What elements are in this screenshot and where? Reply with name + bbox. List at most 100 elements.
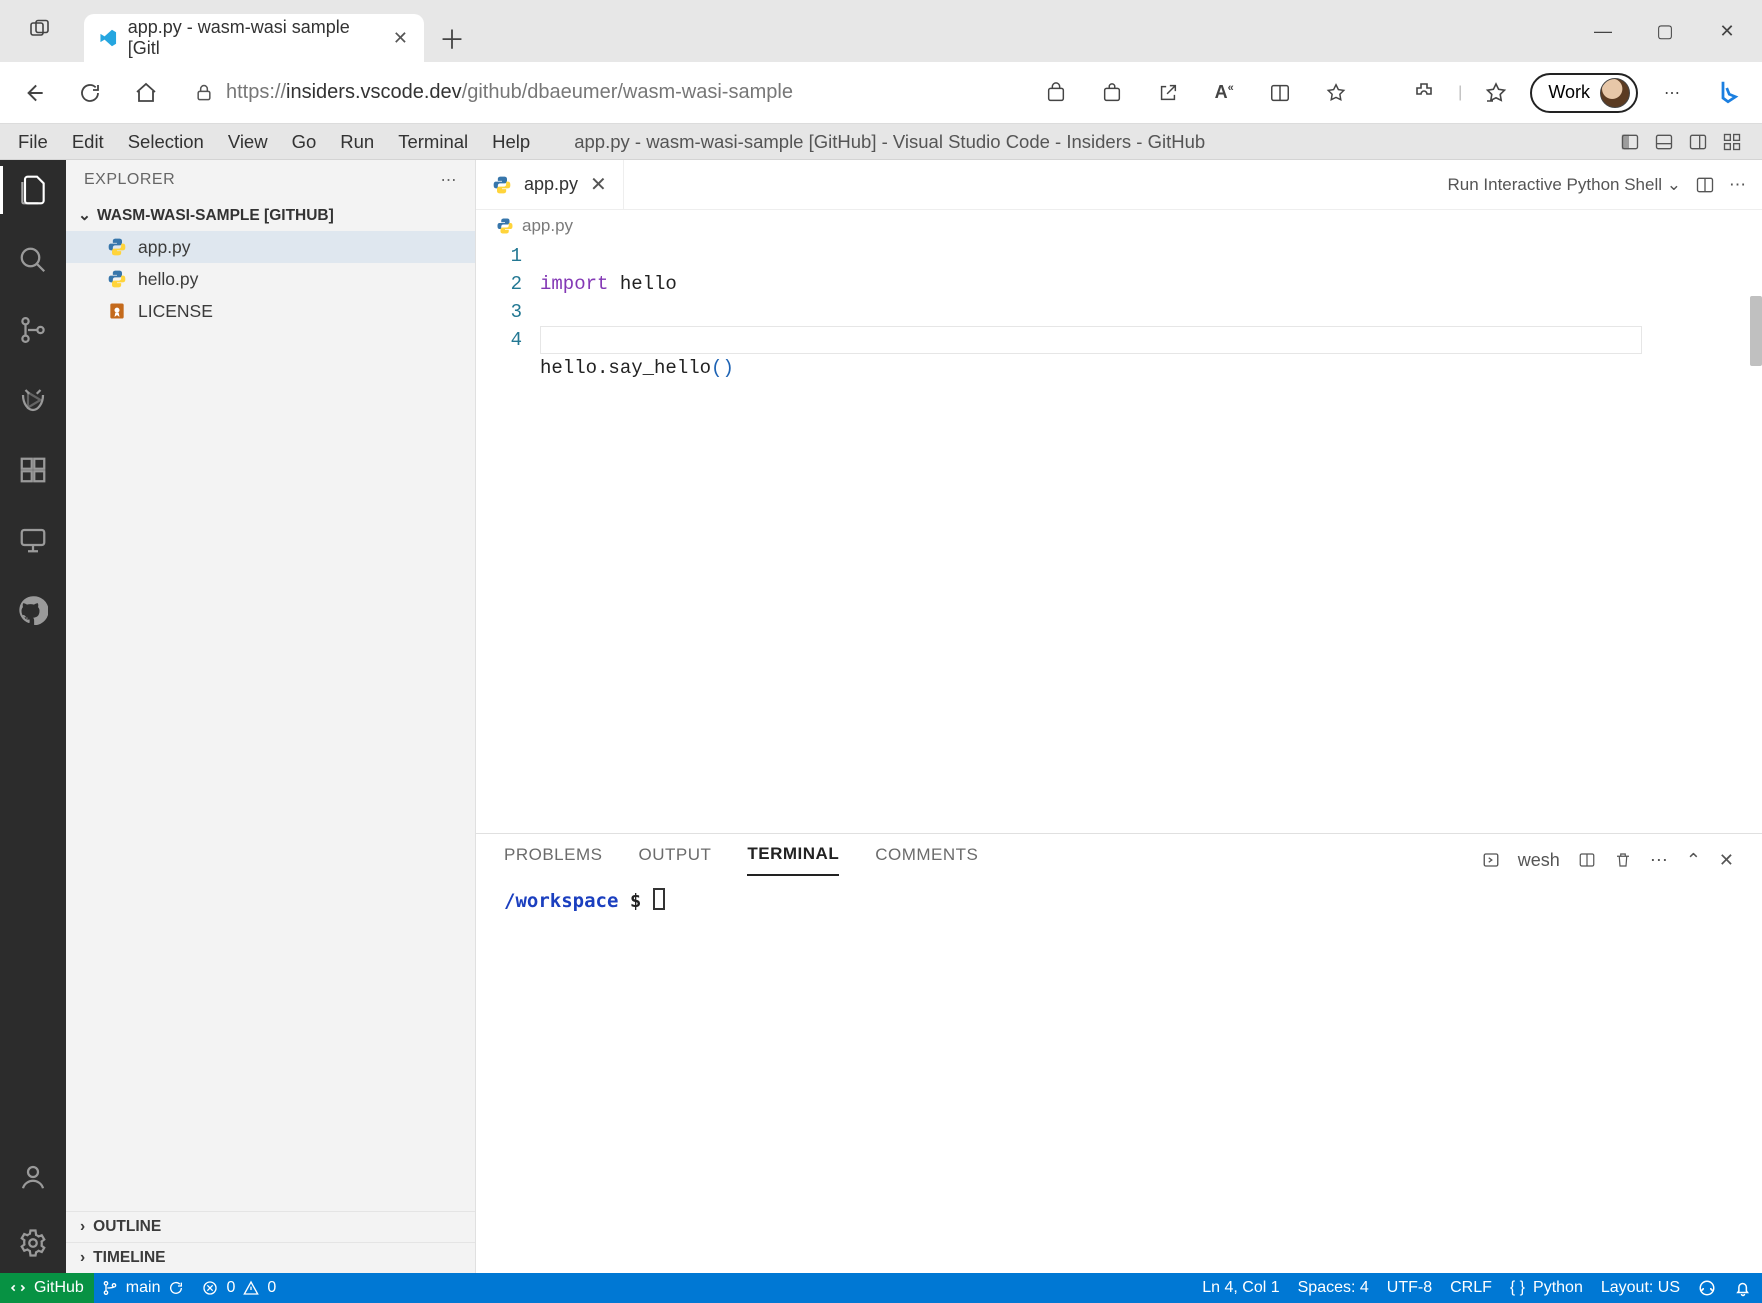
terminal-shell-label[interactable]: wesh bbox=[1518, 850, 1560, 871]
file-item-app-py[interactable]: app.py bbox=[66, 231, 475, 263]
menu-edit[interactable]: Edit bbox=[72, 131, 104, 153]
favorites-list-icon[interactable] bbox=[1474, 71, 1518, 115]
new-tab-button[interactable]: ＋ bbox=[432, 18, 472, 58]
language-indicator[interactable]: { } Python bbox=[1510, 1279, 1583, 1297]
menu-help[interactable]: Help bbox=[492, 131, 530, 153]
close-panel-icon[interactable]: ✕ bbox=[1719, 850, 1734, 871]
activity-settings-icon[interactable] bbox=[15, 1225, 51, 1261]
terminal-cursor bbox=[653, 888, 665, 910]
file-name: hello.py bbox=[138, 269, 198, 290]
more-icon[interactable]: ⋯ bbox=[1650, 71, 1694, 115]
activity-bar bbox=[0, 160, 66, 1273]
activity-run-debug-icon[interactable] bbox=[15, 382, 51, 418]
back-button[interactable] bbox=[12, 71, 56, 115]
read-aloud-icon[interactable]: A« bbox=[1202, 71, 1246, 115]
profile-button[interactable]: Work bbox=[1530, 73, 1638, 113]
outline-label: OUTLINE bbox=[93, 1218, 161, 1236]
panel-tab-comments[interactable]: COMMENTS bbox=[875, 845, 978, 875]
panel-tab-problems[interactable]: PROBLEMS bbox=[504, 845, 602, 875]
activity-explorer-icon[interactable] bbox=[15, 172, 51, 208]
outline-section[interactable]: › OUTLINE bbox=[66, 1211, 475, 1242]
cursor-position[interactable]: Ln 4, Col 1 bbox=[1202, 1279, 1279, 1297]
close-window-button[interactable]: ✕ bbox=[1696, 0, 1758, 62]
editor-tab-app-py[interactable]: app.py ✕ bbox=[476, 160, 624, 209]
editor-tab-label: app.py bbox=[524, 174, 578, 195]
menu-run[interactable]: Run bbox=[340, 131, 374, 153]
file-name: LICENSE bbox=[138, 301, 213, 322]
panel-tab-terminal[interactable]: TERMINAL bbox=[747, 844, 839, 876]
minimize-button[interactable]: — bbox=[1572, 0, 1634, 62]
browser-titlebar: app.py - wasm-wasi sample [Gitl ✕ ＋ — ▢ … bbox=[0, 0, 1762, 62]
close-tab-icon[interactable]: ✕ bbox=[393, 28, 408, 49]
encoding-indicator[interactable]: UTF-8 bbox=[1387, 1279, 1432, 1297]
file-tree: app.py hello.py LICENSE bbox=[66, 231, 475, 1211]
close-editor-icon[interactable]: ✕ bbox=[590, 172, 607, 197]
menu-file[interactable]: File bbox=[18, 131, 48, 153]
run-interactive-shell-button[interactable]: Run Interactive Python Shell ⌄ bbox=[1448, 175, 1682, 195]
shopping-icon-2[interactable] bbox=[1090, 71, 1134, 115]
file-item-hello-py[interactable]: hello.py bbox=[66, 263, 475, 295]
layout-panel-bottom-icon[interactable] bbox=[1652, 130, 1676, 154]
browser-tab[interactable]: app.py - wasm-wasi sample [Gitl ✕ bbox=[84, 14, 424, 62]
split-terminal-icon[interactable] bbox=[1578, 851, 1596, 869]
menu-selection[interactable]: Selection bbox=[128, 131, 204, 153]
notifications-icon[interactable] bbox=[1734, 1279, 1752, 1297]
bing-icon[interactable] bbox=[1706, 71, 1750, 115]
workspace-header[interactable]: ⌄ WASM-WASI-SAMPLE [GITHUB] bbox=[66, 200, 475, 231]
kill-terminal-icon[interactable] bbox=[1614, 851, 1632, 869]
panel-tab-output[interactable]: OUTPUT bbox=[638, 845, 711, 875]
activity-accounts-icon[interactable] bbox=[15, 1159, 51, 1195]
code-content[interactable]: import hello hello.say_hello() bbox=[540, 238, 734, 833]
indent-indicator[interactable]: Spaces: 4 bbox=[1298, 1279, 1369, 1297]
split-editor-icon[interactable] bbox=[1695, 175, 1715, 195]
branch-indicator[interactable]: main bbox=[102, 1279, 185, 1297]
scrollbar[interactable] bbox=[1750, 296, 1762, 366]
panel-more-icon[interactable]: ⋯ bbox=[1650, 850, 1668, 871]
eol-indicator[interactable]: CRLF bbox=[1450, 1279, 1492, 1297]
timeline-section[interactable]: › TIMELINE bbox=[66, 1242, 475, 1273]
sync-icon[interactable] bbox=[168, 1280, 184, 1296]
activity-search-icon[interactable] bbox=[15, 242, 51, 278]
activity-github-icon[interactable] bbox=[15, 592, 51, 628]
explorer-more-icon[interactable]: ⋯ bbox=[441, 170, 458, 190]
braces-icon: { } bbox=[1510, 1279, 1525, 1297]
layout-customize-icon[interactable] bbox=[1720, 130, 1744, 154]
file-name: app.py bbox=[138, 237, 191, 258]
shopping-icon[interactable] bbox=[1034, 71, 1078, 115]
layout-sidebar-right-icon[interactable] bbox=[1686, 130, 1710, 154]
remote-indicator[interactable]: GitHub bbox=[0, 1273, 94, 1303]
activity-extensions-icon[interactable] bbox=[15, 452, 51, 488]
activity-source-control-icon[interactable] bbox=[15, 312, 51, 348]
menu-go[interactable]: Go bbox=[292, 131, 317, 153]
favorite-icon[interactable] bbox=[1314, 71, 1358, 115]
terminal[interactable]: /workspace $ bbox=[476, 876, 1762, 1273]
activity-remote-icon[interactable] bbox=[15, 522, 51, 558]
extensions-icon[interactable] bbox=[1402, 71, 1446, 115]
panel: PROBLEMS OUTPUT TERMINAL COMMENTS wesh ⋯… bbox=[476, 833, 1762, 1273]
code-editor[interactable]: 1 2 3 4 import hello hello.say_hello() bbox=[476, 238, 1762, 833]
timeline-label: TIMELINE bbox=[93, 1249, 165, 1267]
feedback-icon[interactable] bbox=[1698, 1279, 1716, 1297]
file-item-license[interactable]: LICENSE bbox=[66, 295, 475, 327]
problems-indicator[interactable]: 0 0 bbox=[202, 1279, 276, 1297]
refresh-button[interactable] bbox=[68, 71, 112, 115]
tab-actions-icon[interactable] bbox=[16, 6, 64, 54]
layout-sidebar-left-icon[interactable] bbox=[1618, 130, 1642, 154]
breadcrumb[interactable]: app.py bbox=[476, 210, 1762, 238]
maximize-panel-icon[interactable]: ⌃ bbox=[1686, 850, 1701, 871]
terminal-launch-icon[interactable] bbox=[1482, 851, 1500, 869]
menu-view[interactable]: View bbox=[228, 131, 268, 153]
python-icon bbox=[492, 175, 512, 195]
avatar-icon bbox=[1600, 78, 1630, 108]
split-screen-icon[interactable] bbox=[1258, 71, 1302, 115]
menu-terminal[interactable]: Terminal bbox=[398, 131, 468, 153]
menubar: File Edit Selection View Go Run Terminal… bbox=[0, 124, 1762, 160]
window-title: app.py - wasm-wasi-sample [GitHub] - Vis… bbox=[574, 131, 1205, 153]
layout-indicator[interactable]: Layout: US bbox=[1601, 1279, 1680, 1297]
maximize-button[interactable]: ▢ bbox=[1634, 0, 1696, 62]
home-button[interactable] bbox=[124, 71, 168, 115]
minimap[interactable] bbox=[734, 238, 844, 833]
open-external-icon[interactable] bbox=[1146, 71, 1190, 115]
more-actions-icon[interactable]: ⋯ bbox=[1729, 175, 1746, 195]
address-bar[interactable]: https://insiders.vscode.dev/github/dbaeu… bbox=[180, 71, 1022, 115]
